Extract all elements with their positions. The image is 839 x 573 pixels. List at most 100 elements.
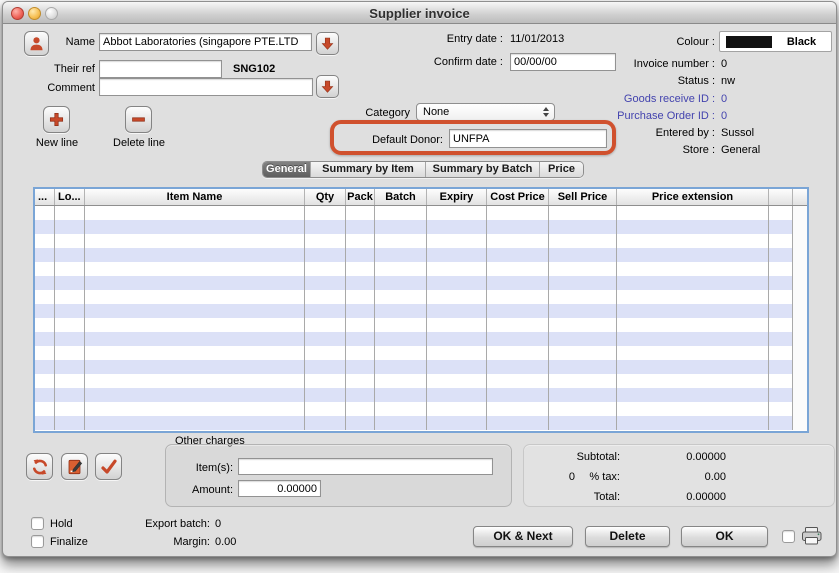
name-input[interactable] (99, 33, 312, 51)
detail-row[interactable]: Goods receive ID :0 (523, 93, 835, 110)
table-row[interactable] (35, 346, 807, 360)
table-cell (769, 290, 793, 304)
finalize-label: Finalize (50, 536, 88, 549)
table-cell (549, 248, 617, 262)
table-header: ...Lo...Item NameQtyPackBatchExpiryCost … (35, 189, 807, 206)
table-cell (427, 248, 487, 262)
table-cell (769, 402, 793, 416)
table-cell (375, 220, 427, 234)
table-row[interactable] (35, 276, 807, 290)
edit-note-button[interactable] (61, 453, 88, 480)
table-cell (346, 234, 375, 248)
detail-value: Sussol (721, 127, 754, 144)
table-gutter (793, 416, 807, 430)
table-cell (617, 276, 769, 290)
table-cell (769, 388, 793, 402)
table-cell (85, 388, 305, 402)
table-row[interactable] (35, 234, 807, 248)
table-cell (375, 388, 427, 402)
total-label: Total: (523, 491, 620, 504)
refresh-lines-button[interactable] (26, 453, 53, 480)
title-bar[interactable]: Supplier invoice (3, 2, 836, 24)
column-header[interactable]: Sell Price (549, 189, 617, 205)
comment-expand-button[interactable] (316, 75, 339, 98)
column-header[interactable]: Batch (375, 189, 427, 205)
column-header[interactable]: Expiry (427, 189, 487, 205)
delete-button[interactable]: Delete (585, 526, 670, 547)
table-cell (487, 374, 549, 388)
table-cell (55, 206, 85, 220)
detail-value: nw (721, 75, 735, 92)
table-cell (305, 332, 346, 346)
their-ref-input[interactable] (99, 60, 222, 78)
column-header[interactable]: Pack (346, 189, 375, 205)
print-checkbox[interactable] (782, 530, 795, 543)
table-row[interactable] (35, 248, 807, 262)
detail-row: Status :nw (523, 75, 835, 92)
table-row[interactable] (35, 402, 807, 416)
ok-next-button[interactable]: OK & Next (473, 526, 573, 547)
table-cell (769, 360, 793, 374)
margin-label: Margin: (123, 536, 210, 549)
column-header[interactable]: Item Name (85, 189, 305, 205)
column-header[interactable]: Lo... (55, 189, 85, 205)
hold-checkbox[interactable] (31, 517, 44, 530)
table-cell (427, 374, 487, 388)
detail-row: Invoice number :0 (523, 58, 835, 75)
table-row[interactable] (35, 304, 807, 318)
tab-general[interactable]: General (263, 162, 310, 177)
column-header[interactable]: Cost Price (487, 189, 549, 205)
table-row[interactable] (35, 416, 807, 430)
detail-label: Goods receive ID : (523, 93, 715, 110)
table-cell (346, 388, 375, 402)
column-header[interactable]: Qty (305, 189, 346, 205)
table-row[interactable] (35, 332, 807, 346)
ok-button[interactable]: OK (681, 526, 768, 547)
delete-line-label: Delete line (101, 137, 177, 150)
table-row[interactable] (35, 206, 807, 220)
table-cell (85, 402, 305, 416)
table-cell (35, 206, 55, 220)
tab-summary-by-item[interactable]: Summary by Item (310, 162, 425, 177)
comment-input[interactable] (99, 78, 313, 96)
table-row[interactable] (35, 220, 807, 234)
default-donor-label: Default Donor: (343, 134, 443, 147)
items-input[interactable] (238, 458, 493, 475)
table-cell (375, 360, 427, 374)
table-cell (617, 346, 769, 360)
table-cell (427, 276, 487, 290)
table-row[interactable] (35, 262, 807, 276)
table-cell (617, 416, 769, 430)
tab-summary-by-batch[interactable]: Summary by Batch (425, 162, 539, 177)
tax-value: 0.00 (633, 471, 726, 484)
table-row[interactable] (35, 388, 807, 402)
column-header[interactable] (769, 189, 793, 205)
colour-dropdown[interactable]: Black (719, 31, 832, 52)
table-cell (769, 262, 793, 276)
items-label: Item(s): (153, 462, 233, 475)
column-header[interactable]: Price extension (617, 189, 769, 205)
table-row[interactable] (35, 318, 807, 332)
table-row[interactable] (35, 360, 807, 374)
other-charges-box (165, 444, 512, 507)
table-cell (305, 220, 346, 234)
table-cell (85, 276, 305, 290)
amount-input[interactable] (238, 480, 321, 497)
table-cell (346, 276, 375, 290)
table-cell (549, 374, 617, 388)
new-line-button[interactable] (43, 106, 70, 133)
confirm-button[interactable] (95, 453, 122, 480)
table-row[interactable] (35, 290, 807, 304)
name-lookup-button[interactable] (316, 32, 339, 55)
tab-price[interactable]: Price (539, 162, 583, 177)
detail-row[interactable]: Purchase Order ID :0 (523, 110, 835, 127)
table-row[interactable] (35, 374, 807, 388)
finalize-checkbox[interactable] (31, 535, 44, 548)
table-cell (55, 276, 85, 290)
table-cell (85, 416, 305, 430)
delete-line-button[interactable] (125, 106, 152, 133)
column-header[interactable]: ... (35, 189, 55, 205)
table-cell (305, 402, 346, 416)
table-cell (549, 360, 617, 374)
table-cell (305, 360, 346, 374)
